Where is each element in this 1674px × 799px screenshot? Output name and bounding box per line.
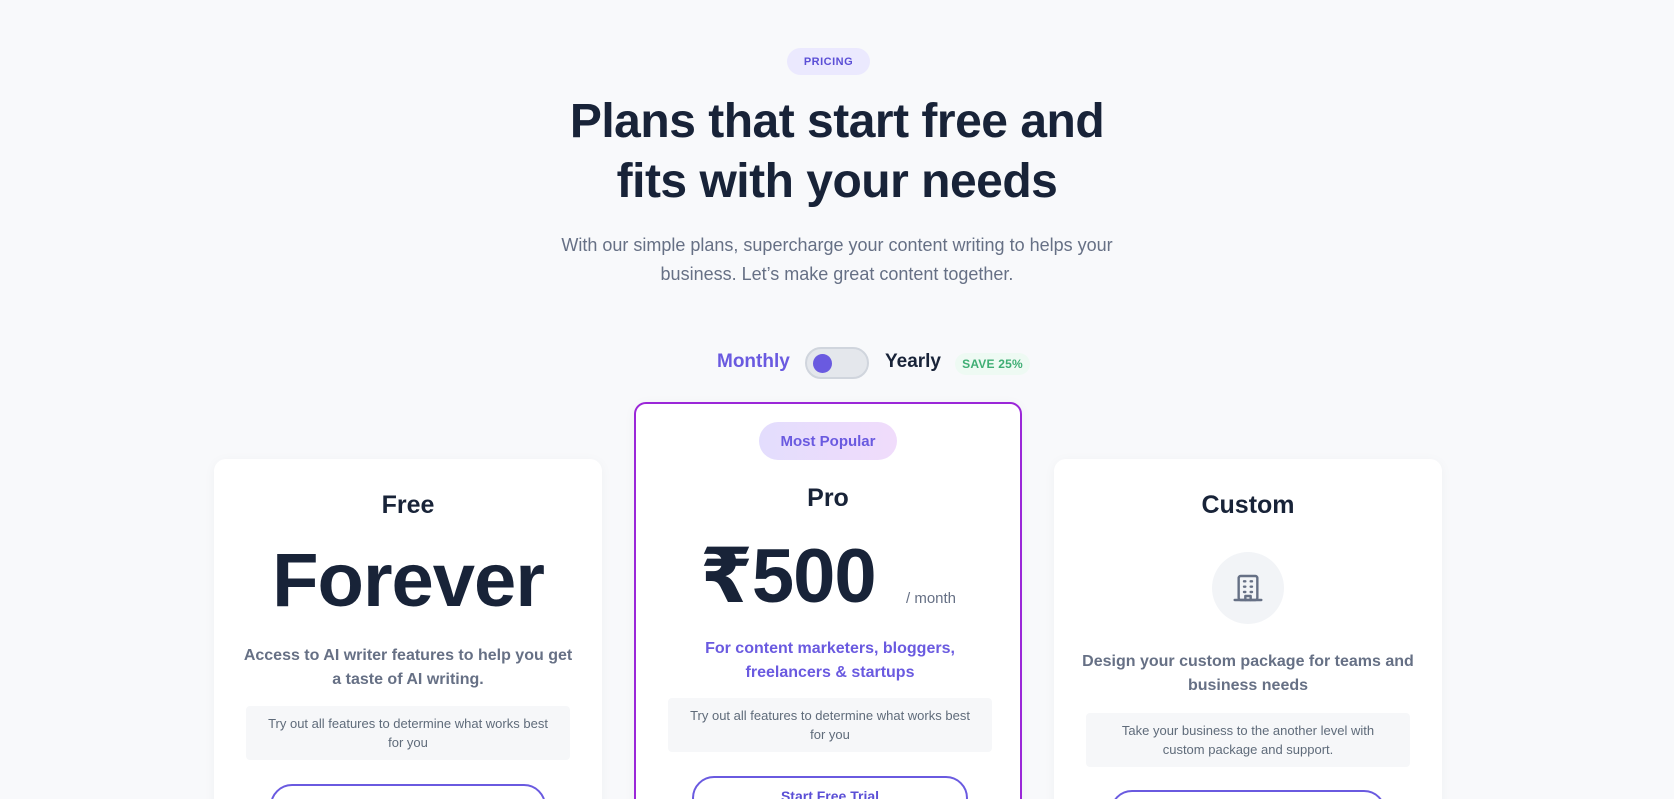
plan-note: Try out all features to determine what w… [668, 698, 992, 752]
plan-card-pro: Most Popular Pro ₹500 / month For conten… [634, 402, 1022, 799]
plan-name: Custom [1201, 491, 1295, 519]
start-free-trial-button[interactable]: Start Free Trial [692, 776, 968, 799]
plan-card-free: Free Forever Access to AI writer feature… [214, 459, 602, 799]
title-line-2: fits with your needs [616, 155, 1058, 208]
price-period: / month [906, 590, 957, 607]
subtitle-line-1: With our simple plans, supercharge your … [561, 235, 1113, 255]
yearly-label[interactable]: Yearly [885, 351, 941, 373]
plan-name: Free [381, 491, 435, 519]
monthly-label[interactable]: Monthly [717, 351, 790, 373]
custom-plan-button[interactable] [1110, 790, 1386, 799]
plan-description: Access to AI writer features to help you… [243, 647, 573, 688]
free-plan-button[interactable] [270, 784, 546, 799]
pricing-badge: PRICING [787, 48, 870, 75]
most-popular-badge: Most Popular [759, 422, 897, 460]
plan-price: ₹500 [700, 534, 877, 619]
plan-card-custom: Custom Design your custom package for te… [1054, 459, 1442, 799]
toggle-knob [813, 354, 832, 373]
plan-note: Try out all features to determine what w… [246, 706, 570, 760]
pricing-page: PRICING Plans that start free and fits w… [0, 0, 1674, 799]
save-badge: SAVE 25% [955, 353, 1030, 375]
page-title: Plans that start free and fits with your… [437, 92, 1237, 212]
plan-price: Forever [272, 538, 545, 623]
title-line-1: Plans that start free and [569, 95, 1105, 148]
billing-period-toggle[interactable] [805, 347, 869, 379]
building-icon [1212, 552, 1284, 624]
plan-description: Design your custom package for teams and… [1082, 653, 1414, 694]
plan-description: For content marketers, bloggers, freelan… [705, 640, 955, 681]
billing-toggle-row: Monthly Yearly SAVE 25% [0, 347, 1674, 381]
subtitle-line-2: business. Let’s make great content toget… [660, 264, 1014, 284]
plan-note: Take your business to the another level … [1086, 713, 1410, 767]
plan-name: Pro [807, 484, 849, 512]
page-subtitle: With our simple plans, supercharge your … [517, 231, 1157, 289]
